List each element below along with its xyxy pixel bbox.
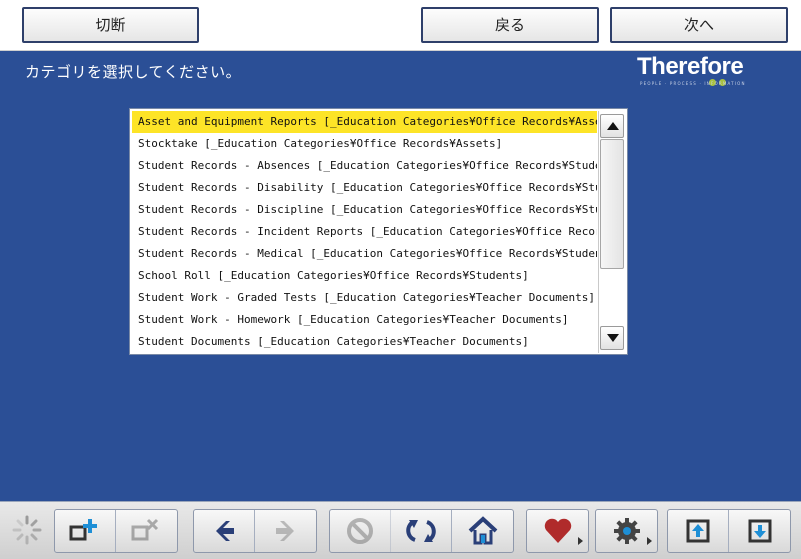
navigation-button-group: [193, 509, 317, 553]
bottom-toolbar: [0, 501, 801, 559]
navigate-forward-button[interactable]: [255, 510, 316, 552]
therefore-logo: Therefore PEOPLE · PROCESS · INFORMATION: [637, 53, 757, 91]
download-button[interactable]: [729, 510, 790, 552]
category-list-item[interactable]: Stocktake [_Education Categories¥Office …: [132, 133, 597, 155]
logo-text: Therefore: [637, 53, 744, 80]
vertical-scrollbar[interactable]: [598, 111, 625, 353]
main-panel: カテゴリを選択してください。 Therefore PEOPLE · PROCES…: [0, 51, 801, 501]
settings-button[interactable]: [596, 510, 657, 552]
back-button[interactable]: 戻る: [421, 7, 599, 43]
remove-document-icon: [131, 518, 158, 541]
scroll-thumb[interactable]: [600, 139, 624, 269]
navigate-back-button[interactable]: [194, 510, 255, 552]
home-icon: [468, 516, 497, 545]
dropdown-caret-icon: [578, 537, 583, 545]
dropdown-caret-icon: [647, 537, 652, 545]
stop-icon: [347, 518, 373, 544]
forward-arrow-icon: [275, 521, 294, 541]
favorites-heart-icon: [544, 518, 571, 543]
back-arrow-icon: [216, 521, 234, 541]
add-document-icon: [69, 519, 97, 541]
arrow-down-icon: [607, 334, 619, 342]
favorites-button-group: [526, 509, 589, 553]
category-list-item[interactable]: Student Work - Homework [_Education Cate…: [132, 309, 597, 331]
download-icon: [748, 519, 771, 543]
logo-tagline: PEOPLE · PROCESS · INFORMATION: [640, 81, 746, 86]
category-list-item[interactable]: Asset and Equipment Reports [_Education …: [132, 111, 597, 133]
scroll-up-button[interactable]: [600, 114, 624, 138]
category-list-item[interactable]: School Roll [_Education Categories¥Offic…: [132, 265, 597, 287]
next-button[interactable]: 次へ: [610, 7, 788, 43]
category-list-item[interactable]: Student Records - Medical [_Education Ca…: [132, 243, 597, 265]
settings-button-group: [595, 509, 658, 553]
favorites-button[interactable]: [527, 510, 588, 552]
top-bar: 切断 戻る 次へ: [0, 0, 801, 51]
disconnect-button[interactable]: 切断: [22, 7, 199, 43]
scroll-down-button[interactable]: [600, 326, 624, 350]
category-list-item[interactable]: Student Records - Incident Reports [_Edu…: [132, 221, 597, 243]
category-list-item[interactable]: Student Records - Discipline [_Education…: [132, 199, 597, 221]
remove-document-button[interactable]: [116, 510, 177, 552]
category-list-item[interactable]: Student Records - Absences [_Education C…: [132, 155, 597, 177]
stop-button[interactable]: [330, 510, 391, 552]
transfer-button-group: [667, 509, 791, 553]
refresh-button[interactable]: [391, 510, 452, 552]
instruction-text: カテゴリを選択してください。: [25, 63, 242, 81]
category-list-item[interactable]: Student Work - Graded Tests [_Education …: [132, 287, 597, 309]
category-listbox[interactable]: Asset and Equipment Reports [_Education …: [129, 108, 628, 355]
upload-icon: [686, 519, 710, 543]
action-button-group: [329, 509, 514, 553]
upload-button[interactable]: [668, 510, 729, 552]
category-list: Asset and Equipment Reports [_Education …: [132, 111, 597, 353]
refresh-icon: [406, 520, 436, 542]
arrow-up-icon: [607, 122, 619, 130]
loading-spinner-icon: [12, 515, 42, 545]
add-document-button[interactable]: [55, 510, 116, 552]
category-list-item[interactable]: Student Records - Disability [_Education…: [132, 177, 597, 199]
category-list-item[interactable]: Student Documents [_Education Categories…: [132, 331, 597, 353]
settings-gear-icon: [613, 518, 640, 544]
document-button-group: [54, 509, 178, 553]
home-button[interactable]: [452, 510, 513, 552]
